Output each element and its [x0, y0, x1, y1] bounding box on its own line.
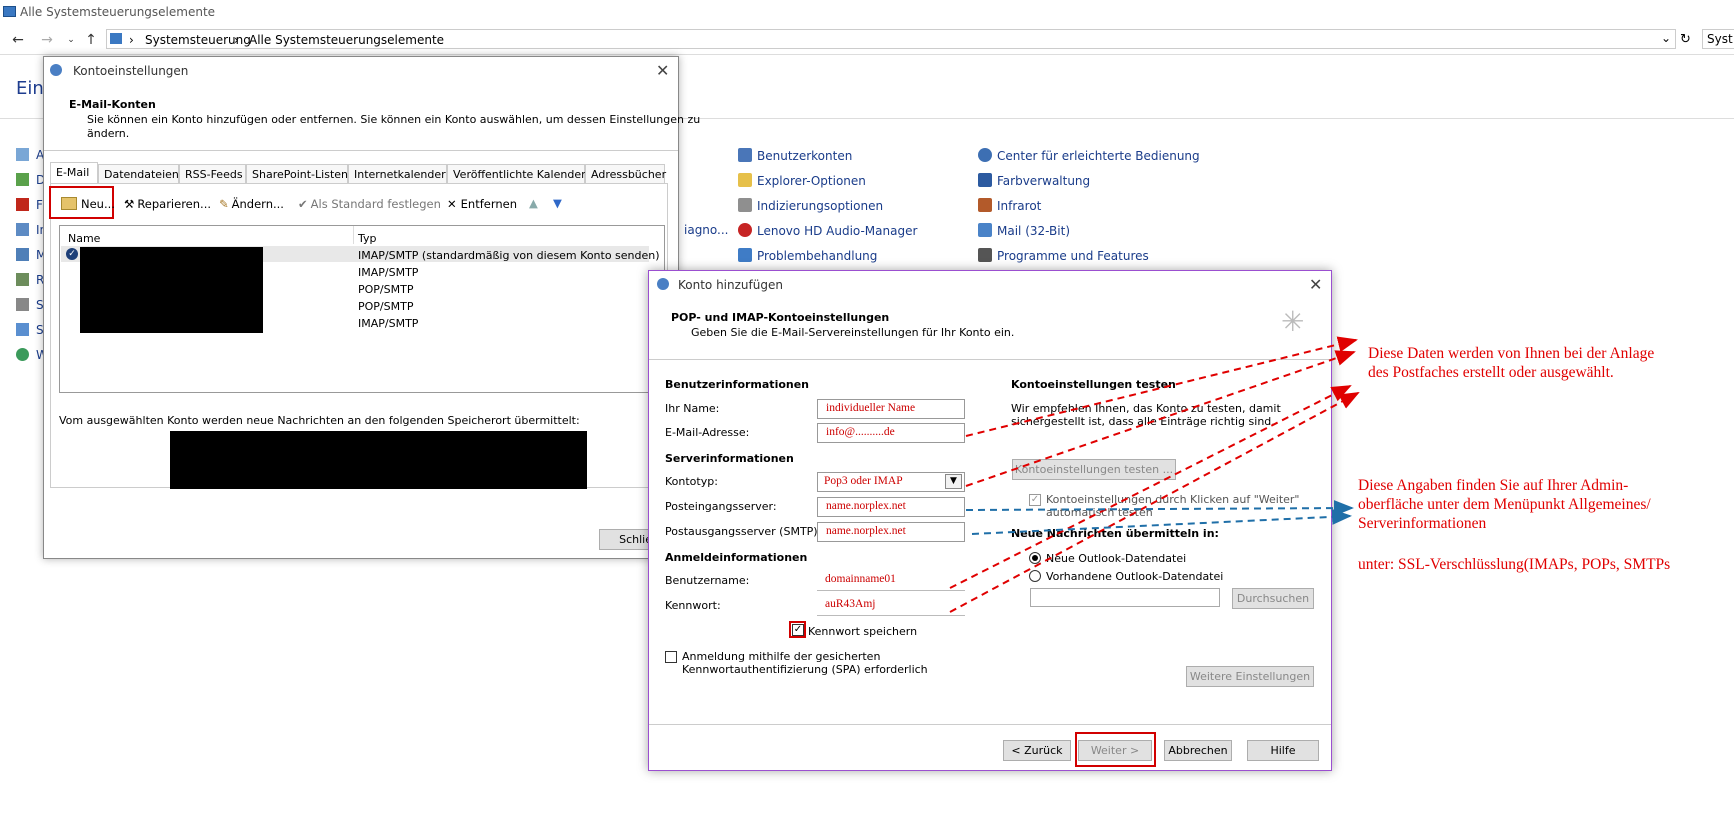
annotation-2-line: unter: SSL-Verschlüsslung(IMAPs, POPs, S… [1358, 556, 1671, 573]
annotation-2-line: Diese Angaben finden Sie auf Ihrer Admin… [1358, 477, 1629, 494]
annotation-2-line: oberfläche unter dem Menüpunkt Allgemein… [1358, 496, 1651, 513]
annotation-arrows [949, 336, 1360, 613]
annotation-1-line: des Postfaches erstellt oder ausgewählt. [1368, 364, 1614, 381]
annotation-2-line: Serverinformationen [1358, 515, 1487, 532]
annotation-1-line: Diese Daten werden von Ihnen bei der Anl… [1368, 345, 1655, 362]
